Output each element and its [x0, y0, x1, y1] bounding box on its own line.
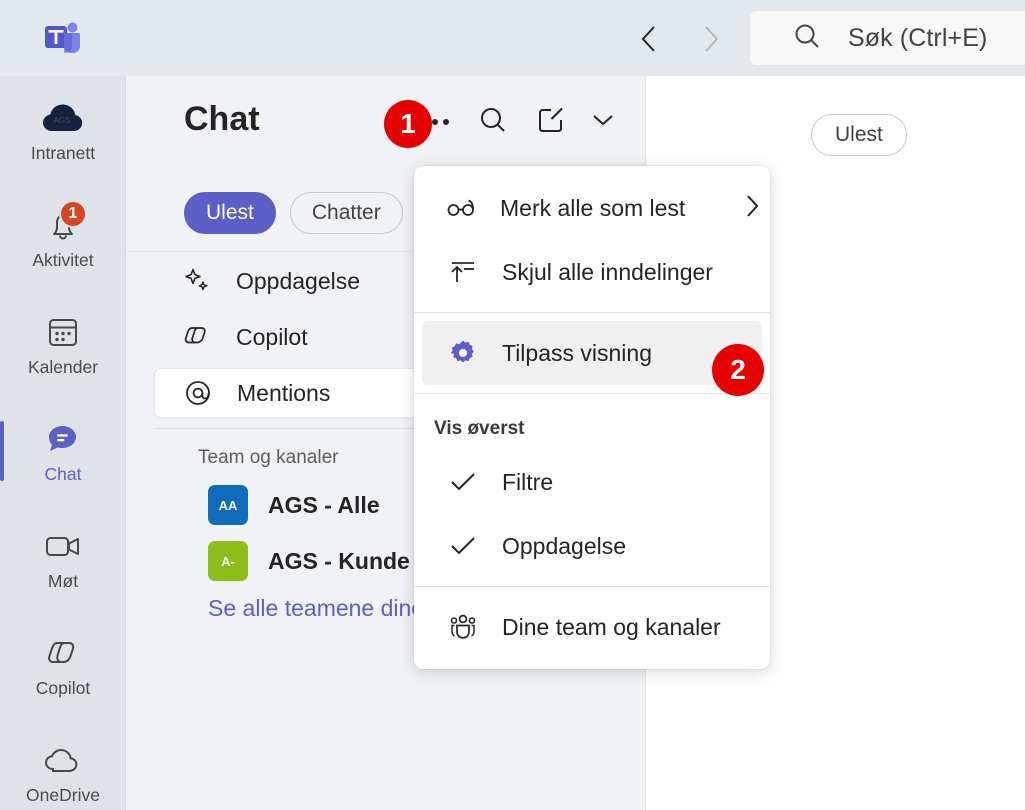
list-label-mentions: Mentions	[237, 379, 331, 406]
activity-badge: 1	[59, 199, 87, 228]
title-bar: Søk (Ctrl+E)	[0, 0, 1025, 76]
team-name: AGS - Alle	[268, 491, 380, 518]
list-label-copilot: Copilot	[236, 323, 308, 350]
forward-button[interactable]	[690, 18, 732, 60]
menu-label-skjul-alle-inndelinger: Skjul alle inndelinger	[502, 258, 713, 285]
cloud-icon	[40, 739, 86, 781]
list-label-oppdagelse: Oppdagelse	[236, 267, 361, 294]
menu-divider-2	[414, 393, 770, 394]
left-rail: AGS Intranett 1 Aktivitet Kalender Chat …	[0, 76, 126, 810]
step-badge-1: 1	[384, 100, 432, 148]
rail-item-chat[interactable]: Chat	[0, 397, 126, 504]
microsoft-teams-logo	[44, 20, 84, 56]
sparkle-icon	[180, 266, 214, 296]
menu-item-oppdagelse[interactable]: Oppdagelse	[422, 514, 762, 578]
menu-label-filtre: Filtre	[502, 468, 554, 495]
menu-label-dine-team-og-kanaler: Dine team og kanaler	[502, 613, 721, 640]
avatar: AA	[208, 485, 248, 525]
rail-label-onedrive: OneDrive	[26, 784, 100, 805]
svg-text:AGS: AGS	[54, 116, 71, 125]
rail-label-copilot: Copilot	[35, 677, 91, 698]
search-icon	[477, 104, 509, 141]
chat-options-menu: Merk alle som lest Skjul alle inndelinge…	[414, 166, 770, 669]
chevron-right-icon[interactable]	[743, 192, 761, 225]
copilot-icon	[180, 322, 214, 352]
bell-icon: 1	[40, 199, 87, 246]
team-name: AGS - Kunde	[268, 547, 410, 574]
calendar-icon	[40, 311, 86, 353]
step-badge-2: 2	[712, 344, 764, 396]
rail-label-chat: Chat	[44, 463, 82, 484]
new-chat-dropdown-button[interactable]	[585, 98, 621, 146]
menu-section-vis-overst: Vis øverst	[434, 418, 525, 439]
content-filter-pill-ulest[interactable]: Ulest	[811, 114, 907, 156]
chat-header-actions	[411, 98, 621, 146]
menu-label-merk-alle-som-lest: Merk alle som lest	[500, 194, 686, 221]
menu-divider-3	[414, 586, 770, 587]
teams-window: Søk (Ctrl+E) AGS Intranett 1 Aktivitet K…	[0, 0, 1025, 810]
rail-label-kalender: Kalender	[27, 356, 99, 377]
rail-item-mot[interactable]: Møt	[0, 504, 126, 611]
menu-item-merk-alle-som-lest[interactable]: Merk alle som lest	[422, 176, 762, 240]
gear-icon	[446, 338, 480, 368]
cloud-app-icon: AGS	[40, 97, 86, 139]
copilot-icon	[40, 632, 86, 674]
rail-item-intranett[interactable]: AGS Intranett	[0, 76, 126, 183]
menu-item-dine-team-og-kanaler[interactable]: Dine team og kanaler	[422, 595, 762, 659]
rail-item-onedrive[interactable]: OneDrive	[0, 718, 126, 810]
search-bar[interactable]: Søk (Ctrl+E)	[750, 11, 1025, 65]
chat-bubble-icon	[40, 418, 86, 460]
menu-item-tilpass-visning[interactable]: Tilpass visning	[422, 321, 762, 385]
checkmark-icon	[446, 471, 480, 493]
filter-pill-ulest[interactable]: Ulest	[184, 191, 276, 234]
rail-item-copilot[interactable]: Copilot	[0, 611, 126, 718]
menu-label-tilpass-visning: Tilpass visning	[502, 339, 652, 366]
menu-item-filtre[interactable]: Filtre	[422, 450, 762, 514]
search-icon	[792, 21, 822, 56]
checkmark-icon	[446, 535, 480, 557]
rail-item-aktivitet[interactable]: 1 Aktivitet	[0, 183, 126, 290]
new-chat-button[interactable]	[527, 98, 575, 146]
menu-divider-1	[414, 312, 770, 313]
navigation-arrows	[628, 18, 732, 60]
compose-icon	[535, 104, 567, 141]
video-camera-icon	[40, 525, 86, 567]
teams-people-icon	[446, 613, 480, 641]
rail-item-kalender[interactable]: Kalender	[0, 290, 126, 397]
glasses-icon	[446, 196, 478, 220]
filter-pill-chatter[interactable]: Chatter	[289, 191, 403, 234]
page-title: Chat	[184, 100, 260, 138]
back-button[interactable]	[628, 18, 670, 60]
rail-label-mot: Møt	[47, 570, 79, 591]
menu-label-oppdagelse: Oppdagelse	[502, 532, 627, 559]
search-input[interactable]: Søk (Ctrl+E)	[848, 24, 987, 53]
at-mention-icon	[181, 377, 215, 409]
avatar: A-	[208, 541, 248, 581]
chevron-down-icon	[590, 111, 616, 134]
menu-item-skjul-alle-inndelinger[interactable]: Skjul alle inndelinger	[422, 240, 762, 304]
collapse-all-icon	[446, 259, 480, 285]
rail-label-aktivitet: Aktivitet	[32, 249, 94, 270]
rail-label-intranett: Intranett	[30, 142, 96, 163]
chat-search-button[interactable]	[469, 98, 517, 146]
